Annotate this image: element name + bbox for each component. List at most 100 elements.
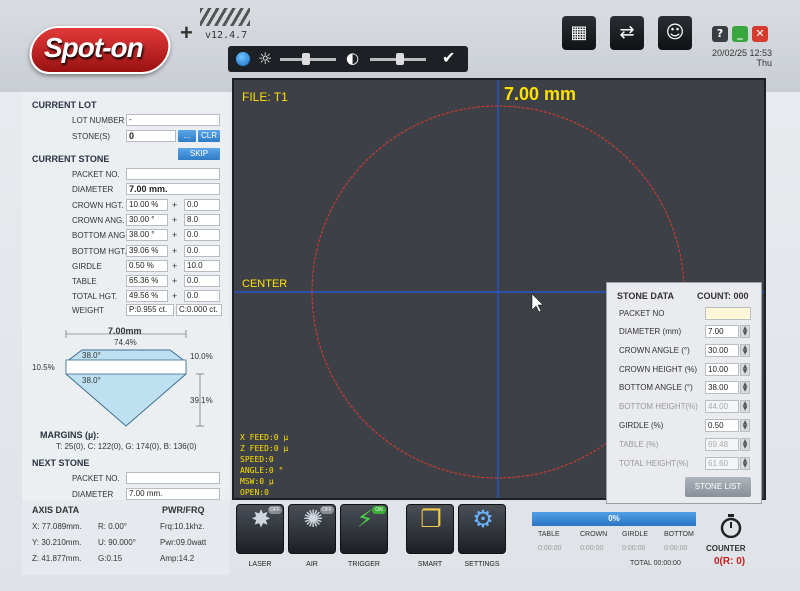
help-button[interactable]: ? bbox=[712, 26, 728, 42]
skip-button[interactable]: SKIP bbox=[178, 148, 220, 160]
girdle-field[interactable]: 0.50 % bbox=[126, 259, 168, 272]
diameter-label: DIAMETER bbox=[72, 185, 114, 195]
users-icon[interactable]: ☺ bbox=[658, 16, 692, 50]
browse-lot-button[interactable]: ... bbox=[178, 130, 196, 142]
mouse-cursor bbox=[531, 293, 544, 313]
stone-data-row-input[interactable]: 44.00 bbox=[705, 400, 739, 414]
close-button[interactable]: ✕ bbox=[752, 26, 768, 42]
clear-lot-button[interactable]: CLR bbox=[198, 130, 220, 142]
smart-button[interactable]: ❐ bbox=[406, 504, 454, 554]
bottom-ang-label: BOTTOM ANG. bbox=[72, 231, 128, 241]
spinner-arrows-icon[interactable]: ▲ ▼ bbox=[740, 362, 750, 376]
table-field[interactable]: 65.36 % bbox=[126, 275, 168, 288]
documents-icon: ❐ bbox=[420, 505, 442, 533]
table-delta-field[interactable]: 0.0 bbox=[184, 275, 220, 288]
diameter-field[interactable]: 7.00 mm. bbox=[126, 183, 220, 196]
crown-hgt-field[interactable]: 10.00 % bbox=[126, 198, 168, 211]
packet-no-label: PACKET NO bbox=[619, 309, 665, 318]
stones-label: STONE(S) bbox=[72, 132, 111, 141]
stone-data-row-input[interactable]: 61.60 bbox=[705, 456, 739, 470]
crown-ang-field[interactable]: 30.00 ° bbox=[126, 213, 168, 226]
readout-angle: ANGLE:0 ° bbox=[240, 466, 284, 475]
spinner-arrows-icon[interactable]: ▲ ▼ bbox=[740, 343, 750, 357]
total-hgt-field[interactable]: 49.56 % bbox=[126, 290, 168, 303]
qr-code-icon[interactable]: ▦ bbox=[562, 16, 596, 50]
logo-plus: + bbox=[180, 20, 193, 45]
total-hgt-delta-field[interactable]: 0.0 bbox=[184, 290, 220, 303]
bottom-hgt-label: BOTTOM HGT. bbox=[72, 246, 127, 256]
spinner-arrows-icon[interactable]: ▲ ▼ bbox=[740, 437, 750, 451]
stone-data-row-label: BOTTOM ANGLE (°) bbox=[619, 383, 693, 393]
crown-hgt-delta-field[interactable]: 0.0 bbox=[184, 198, 220, 211]
smart-label: SMART bbox=[417, 561, 443, 568]
settings-label: SETTINGS bbox=[464, 561, 500, 568]
axis-data-panel: AXIS DATA PWR/FRQ X: 77.089mm. R: 0.00° … bbox=[22, 500, 230, 575]
light-mode-icon[interactable] bbox=[236, 52, 250, 66]
bottom-hgt-delta-field[interactable]: 0.0 bbox=[184, 244, 220, 257]
table-label: TABLE bbox=[72, 277, 97, 287]
readout-open: OPEN:0 bbox=[240, 488, 269, 497]
spinner-arrows-icon[interactable]: ▲ ▼ bbox=[740, 400, 750, 414]
diagram-pavilion: 39.1% bbox=[190, 396, 213, 405]
margins-values: T: 25(0), C: 122(0), G: 174(0), B: 136(0… bbox=[56, 442, 197, 451]
stopwatch-icon[interactable] bbox=[720, 514, 742, 538]
brightness-slider-knob[interactable] bbox=[302, 53, 310, 65]
stone-data-row-input[interactable]: 7.00 bbox=[705, 325, 739, 338]
day-label: Thu bbox=[756, 58, 772, 68]
logo-text: Spot-on bbox=[44, 32, 144, 63]
transfer-icon[interactable]: ⇄ bbox=[610, 16, 644, 50]
spinner-arrows-icon[interactable]: ▲ ▼ bbox=[740, 419, 750, 432]
diagram-crown-height: 10.0% bbox=[190, 352, 213, 361]
spinner-arrows-icon[interactable]: ▲ ▼ bbox=[740, 325, 750, 338]
stone-data-row-input[interactable]: 0.50 bbox=[705, 419, 739, 432]
crown-ang-delta-field[interactable]: 8.0 bbox=[184, 213, 220, 226]
axis-x: X: 77.089mm. bbox=[32, 522, 82, 531]
minimize-button[interactable]: _ bbox=[732, 26, 748, 42]
weight-c-field: C:0.000 ct. bbox=[176, 304, 222, 316]
stone-data-title: STONE DATA bbox=[617, 291, 675, 301]
readout-msw: MSW:0 µ bbox=[240, 477, 274, 486]
lot-number-label: LOT NUMBER bbox=[72, 116, 125, 125]
timing-value: 0:00:00 bbox=[664, 545, 688, 552]
settings-button[interactable]: ⚙ bbox=[458, 504, 506, 554]
crown-ang-plus: + bbox=[172, 214, 178, 225]
stone-data-row-input[interactable]: 38.00 bbox=[705, 381, 739, 395]
check-icon[interactable]: ✔ bbox=[442, 48, 455, 67]
laser-status-badge: OFF bbox=[268, 506, 282, 514]
stone-data-row-label: DIAMETER (mm) bbox=[619, 327, 682, 336]
stone-list-button[interactable]: STONE LIST bbox=[685, 477, 751, 497]
lot-number-field[interactable]: - bbox=[126, 114, 220, 126]
stone-data-panel: STONE DATA COUNT: 000 PACKET NO DIAMETER… bbox=[606, 282, 762, 504]
stone-data-row-input[interactable]: 10.00 bbox=[705, 362, 739, 376]
axis-data-title: AXIS DATA bbox=[32, 505, 80, 515]
diagram-table-pct: 74.4% bbox=[114, 338, 137, 347]
next-diameter-field[interactable]: 7.00 mm. bbox=[126, 488, 220, 500]
girdle-delta-field[interactable]: 10.0 bbox=[184, 259, 220, 272]
stone-data-row-label: CROWN ANGLE (°) bbox=[619, 345, 690, 355]
next-packet-field[interactable] bbox=[126, 472, 220, 484]
spinner-arrows-icon[interactable]: ▲ ▼ bbox=[740, 381, 750, 395]
readout-x-feed: X FEED:0 µ bbox=[240, 433, 289, 442]
diagram-diameter: 7.00mm bbox=[108, 326, 142, 336]
stones-field[interactable]: 0 bbox=[126, 130, 176, 142]
power: Pwr:09.0watt bbox=[160, 538, 207, 547]
stone-data-row-input[interactable]: 30.00 bbox=[705, 343, 739, 357]
timing-value: 0:00:00 bbox=[538, 545, 562, 552]
packet-no-label: PACKET NO. bbox=[72, 170, 120, 179]
girdle-label: GIRDLE bbox=[72, 261, 102, 271]
stone-profile-diagram: 7.00mm 74.4% 38.0° 10.0% 10.5% 38.0° 39.… bbox=[22, 322, 230, 432]
bottom-ang-delta-field[interactable]: 0.0 bbox=[184, 229, 220, 242]
packet-no-field[interactable] bbox=[126, 168, 220, 180]
spinner-arrows-icon[interactable]: ▲ ▼ bbox=[740, 456, 750, 470]
bottom-hgt-field[interactable]: 39.06 % bbox=[126, 244, 168, 257]
contrast-icon: ◐ bbox=[346, 49, 360, 67]
stone-data-row-input[interactable]: 69.48 bbox=[705, 437, 739, 451]
crown-hgt-label: CROWN HGT. bbox=[72, 200, 124, 210]
app-window: Spot-on + v12.4.7 ☼ ◐ ✔ ▦ ⇄ ☺ ? _ ✕ 20/0… bbox=[0, 0, 800, 591]
progress-bar: 0% bbox=[532, 512, 696, 526]
bottom-ang-field[interactable]: 38.00 ° bbox=[126, 229, 168, 242]
axis-z: Z: 41.877mm. bbox=[32, 554, 82, 563]
packet-no-input[interactable] bbox=[705, 307, 751, 320]
contrast-slider-knob[interactable] bbox=[396, 53, 404, 65]
margins-title: MARGINS (µ): bbox=[40, 430, 100, 440]
